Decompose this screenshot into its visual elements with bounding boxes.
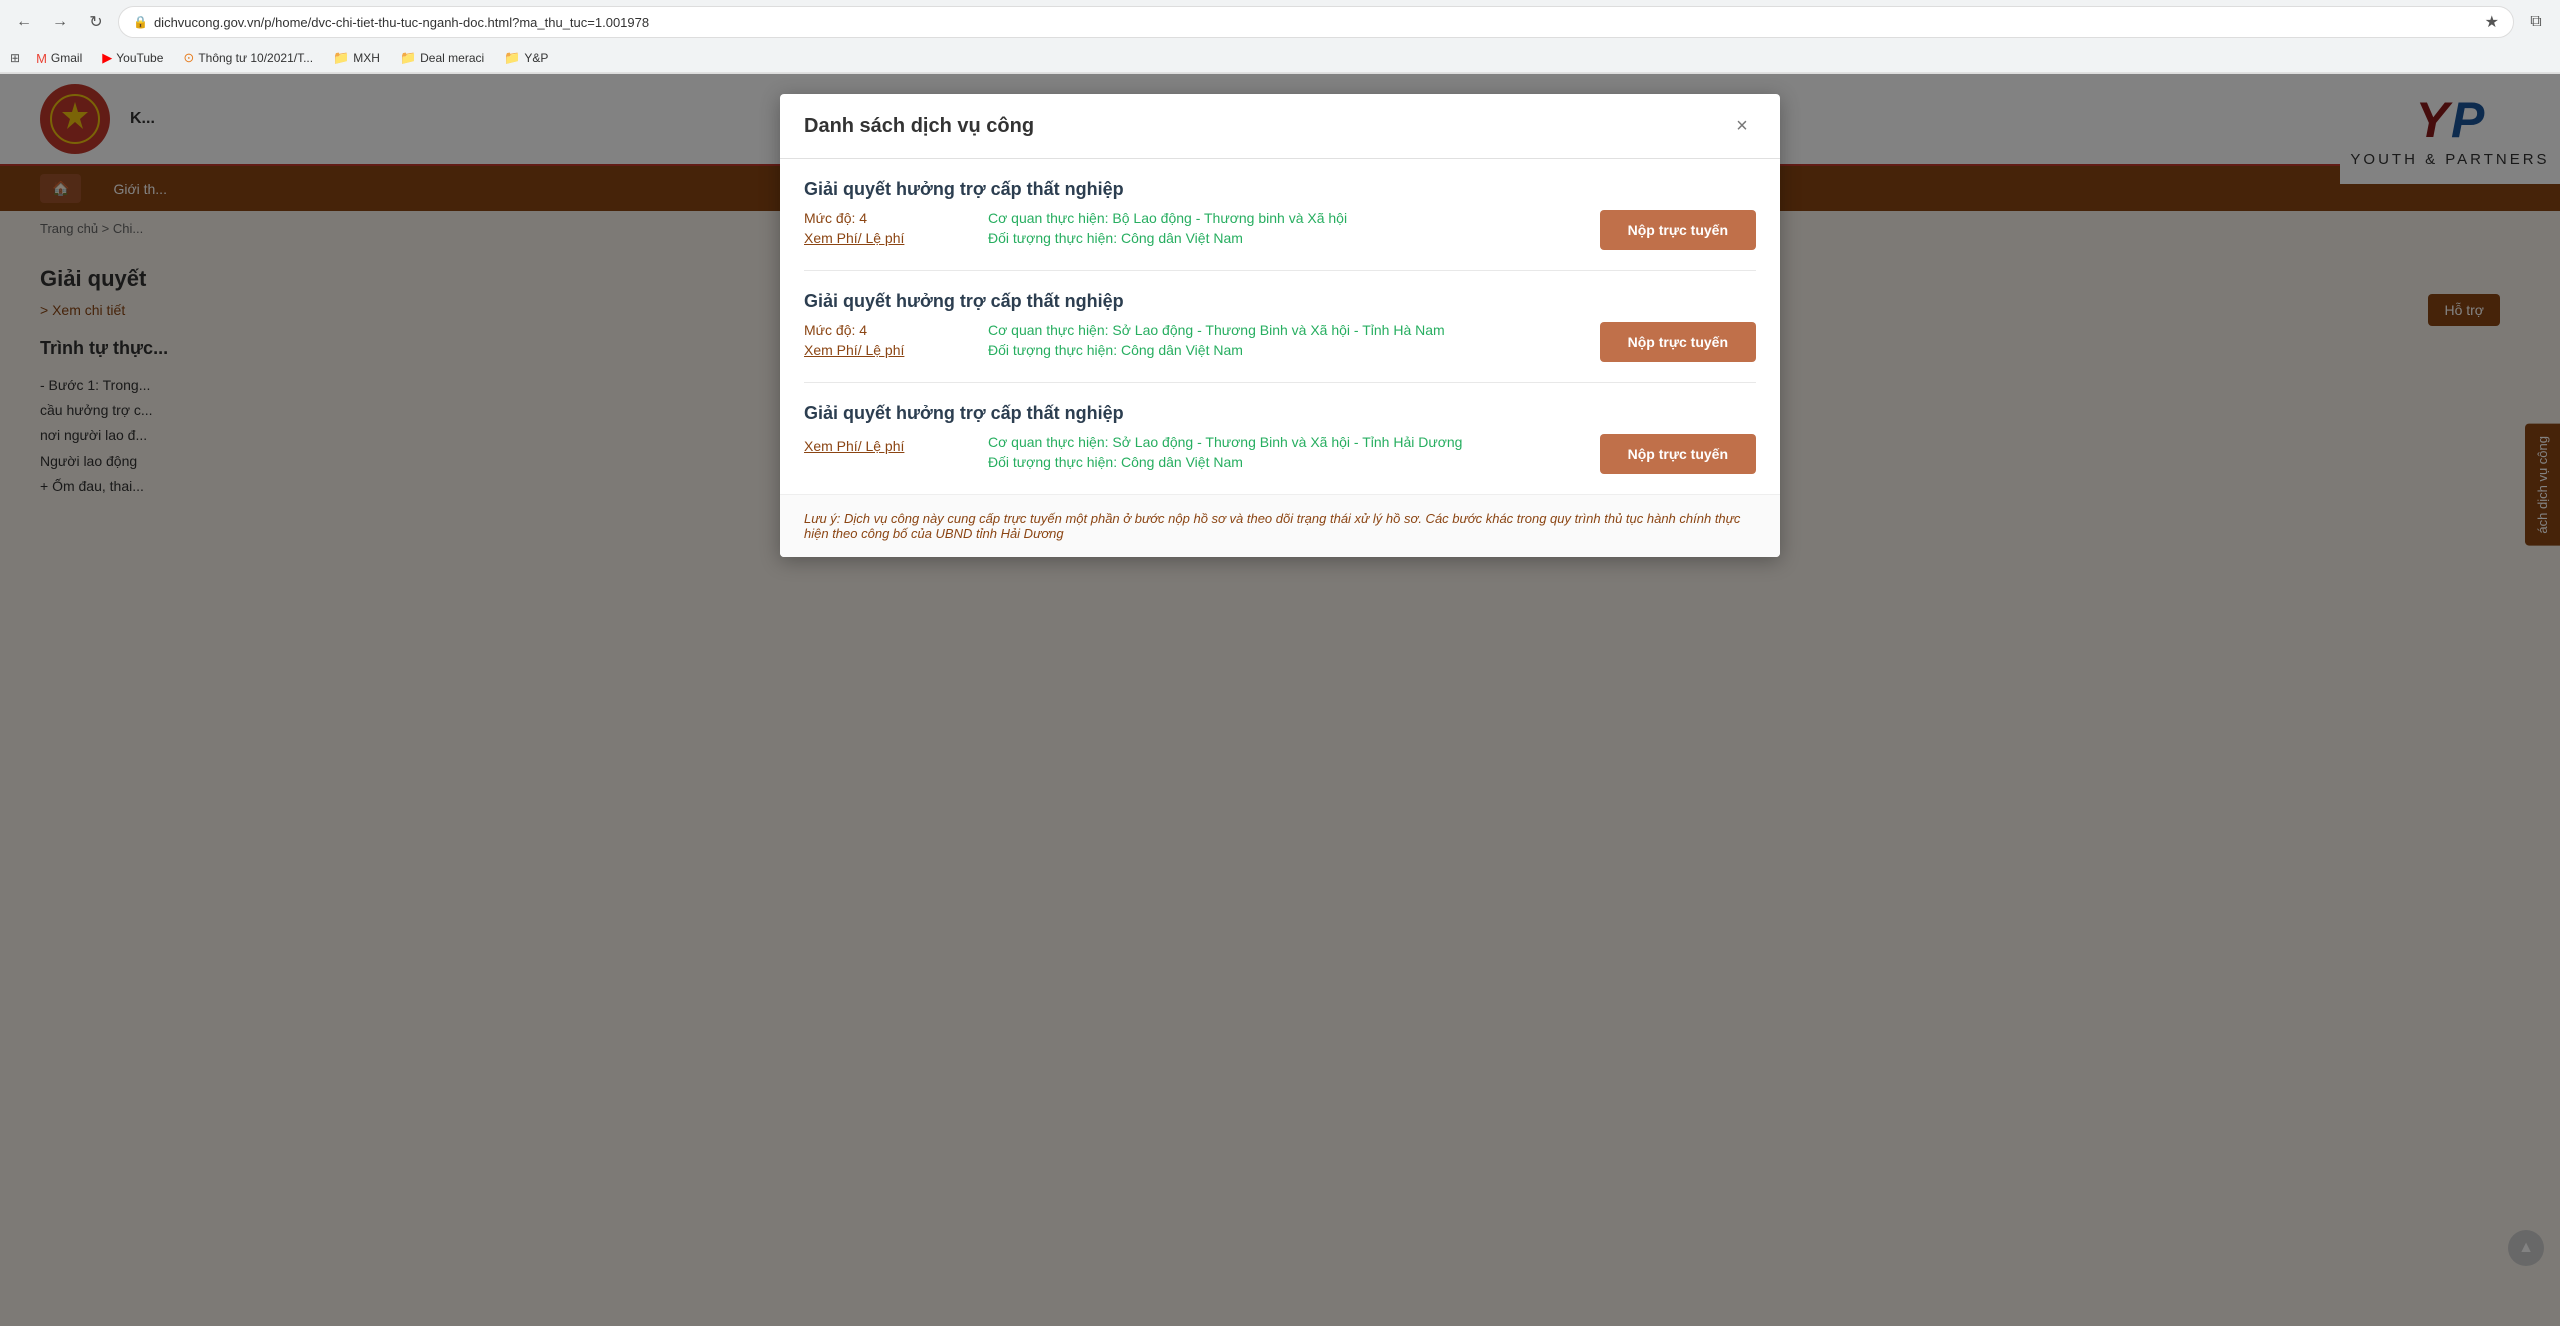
deal-folder-icon: 📁 <box>400 50 416 66</box>
bookmark-gmail[interactable]: M Gmail <box>28 48 90 69</box>
bookmarks-bar: ⊞ M Gmail ▶ YouTube ⊙ Thông tư 10/2021/T… <box>0 44 2560 73</box>
service-level-2: Mức độ: 4 <box>804 322 964 338</box>
service-target-3: Đối tượng thực hiện: Công dân Việt Nam <box>988 454 1576 470</box>
bookmark-youtube-label: YouTube <box>116 51 163 65</box>
youtube-icon: ▶ <box>102 50 112 66</box>
bookmark-deal-label: Deal meraci <box>420 51 484 65</box>
gmail-icon: M <box>36 51 47 66</box>
service-level-1: Mức độ: 4 <box>804 210 964 226</box>
service-title-3: Giải quyết hưởng trợ cấp thất nghiệp <box>804 403 1756 424</box>
service-btn-wrap-2: Nộp trực tuyến <box>1600 322 1756 362</box>
bookmark-deal[interactable]: 📁 Deal meraci <box>392 47 492 69</box>
bookmark-yp[interactable]: 📁 Y&P <box>496 47 556 69</box>
service-left-1: Mức độ: 4 Xem Phí/ Lệ phí <box>804 210 964 246</box>
bookmark-yp-label: Y&P <box>524 51 548 65</box>
bookmark-thongtu[interactable]: ⊙ Thông tư 10/2021/T... <box>175 47 321 69</box>
service-right-1: Cơ quan thực hiện: Bộ Lao động - Thương … <box>988 210 1576 246</box>
bookmark-star-icon[interactable]: ★ <box>2485 12 2499 32</box>
extensions-button[interactable]: ⧉ <box>2522 8 2550 36</box>
modal-overlay: Danh sách dịch vụ công × Giải quyết hưởn… <box>0 74 2560 1326</box>
service-item-2: Giải quyết hưởng trợ cấp thất nghiệp Mức… <box>804 271 1756 383</box>
modal-note: Lưu ý: Dịch vụ công này cung cấp trực tu… <box>780 494 1780 557</box>
service-org-2: Cơ quan thực hiện: Sở Lao động - Thương … <box>988 322 1576 338</box>
modal-title: Danh sách dịch vụ công <box>804 115 1034 138</box>
thongtu-icon: ⊙ <box>183 50 194 66</box>
browser-chrome: ← → ↻ 🔒 dichvucong.gov.vn/p/home/dvc-chi… <box>0 0 2560 74</box>
service-meta-3: Xem Phí/ Lệ phí Cơ quan thực hiện: Sở La… <box>804 434 1756 474</box>
service-fee-link-2[interactable]: Xem Phí/ Lệ phí <box>804 342 964 358</box>
service-fee-link-3[interactable]: Xem Phí/ Lệ phí <box>804 438 964 454</box>
service-org-1: Cơ quan thực hiện: Bộ Lao động - Thương … <box>988 210 1576 226</box>
nop-truc-tuyen-button-1[interactable]: Nộp trực tuyến <box>1600 210 1756 250</box>
page-area: K... 🏠 Giới th... Trang chủ > Chi... Giả… <box>0 74 2560 1326</box>
service-meta-2: Mức độ: 4 Xem Phí/ Lệ phí Cơ quan thực h… <box>804 322 1756 362</box>
modal-header: Danh sách dịch vụ công × <box>780 94 1780 159</box>
service-left-3: Xem Phí/ Lệ phí <box>804 434 964 454</box>
modal-body: Giải quyết hưởng trợ cấp thất nghiệp Mức… <box>780 159 1780 494</box>
reload-button[interactable]: ↻ <box>82 8 110 36</box>
bookmark-mxh[interactable]: 📁 MXH <box>325 47 388 69</box>
modal-dialog: Danh sách dịch vụ công × Giải quyết hưởn… <box>780 94 1780 557</box>
service-target-2: Đối tượng thực hiện: Công dân Việt Nam <box>988 342 1576 358</box>
back-button[interactable]: ← <box>10 8 38 36</box>
browser-toolbar: ← → ↻ 🔒 dichvucong.gov.vn/p/home/dvc-chi… <box>0 0 2560 44</box>
modal-close-button[interactable]: × <box>1728 112 1756 140</box>
service-item-1: Giải quyết hưởng trợ cấp thất nghiệp Mức… <box>804 159 1756 271</box>
address-text: dichvucong.gov.vn/p/home/dvc-chi-tiet-th… <box>154 15 2479 30</box>
mxh-folder-icon: 📁 <box>333 50 349 66</box>
bookmark-thongtu-label: Thông tư 10/2021/T... <box>198 51 313 65</box>
nop-truc-tuyen-button-3[interactable]: Nộp trực tuyến <box>1600 434 1756 474</box>
service-meta-1: Mức độ: 4 Xem Phí/ Lệ phí Cơ quan thực h… <box>804 210 1756 250</box>
service-title-2: Giải quyết hưởng trợ cấp thất nghiệp <box>804 291 1756 312</box>
service-org-3: Cơ quan thực hiện: Sở Lao động - Thương … <box>988 434 1576 450</box>
service-btn-wrap-3: Nộp trực tuyến <box>1600 434 1756 474</box>
bookmark-gmail-label: Gmail <box>51 51 82 65</box>
service-btn-wrap-1: Nộp trực tuyến <box>1600 210 1756 250</box>
bookmark-mxh-label: MXH <box>353 51 380 65</box>
nop-truc-tuyen-button-2[interactable]: Nộp trực tuyến <box>1600 322 1756 362</box>
yp-folder-icon: 📁 <box>504 50 520 66</box>
bookmark-youtube[interactable]: ▶ YouTube <box>94 47 171 69</box>
forward-button[interactable]: → <box>46 8 74 36</box>
address-bar[interactable]: 🔒 dichvucong.gov.vn/p/home/dvc-chi-tiet-… <box>118 6 2514 38</box>
service-item-3: Giải quyết hưởng trợ cấp thất nghiệp Xem… <box>804 383 1756 494</box>
lock-icon: 🔒 <box>133 15 148 29</box>
service-fee-link-1[interactable]: Xem Phí/ Lệ phí <box>804 230 964 246</box>
service-title-1: Giải quyết hưởng trợ cấp thất nghiệp <box>804 179 1756 200</box>
service-right-2: Cơ quan thực hiện: Sở Lao động - Thương … <box>988 322 1576 358</box>
service-right-3: Cơ quan thực hiện: Sở Lao động - Thương … <box>988 434 1576 470</box>
service-left-2: Mức độ: 4 Xem Phí/ Lệ phí <box>804 322 964 358</box>
apps-icon[interactable]: ⊞ <box>10 51 20 65</box>
service-target-1: Đối tượng thực hiện: Công dân Việt Nam <box>988 230 1576 246</box>
